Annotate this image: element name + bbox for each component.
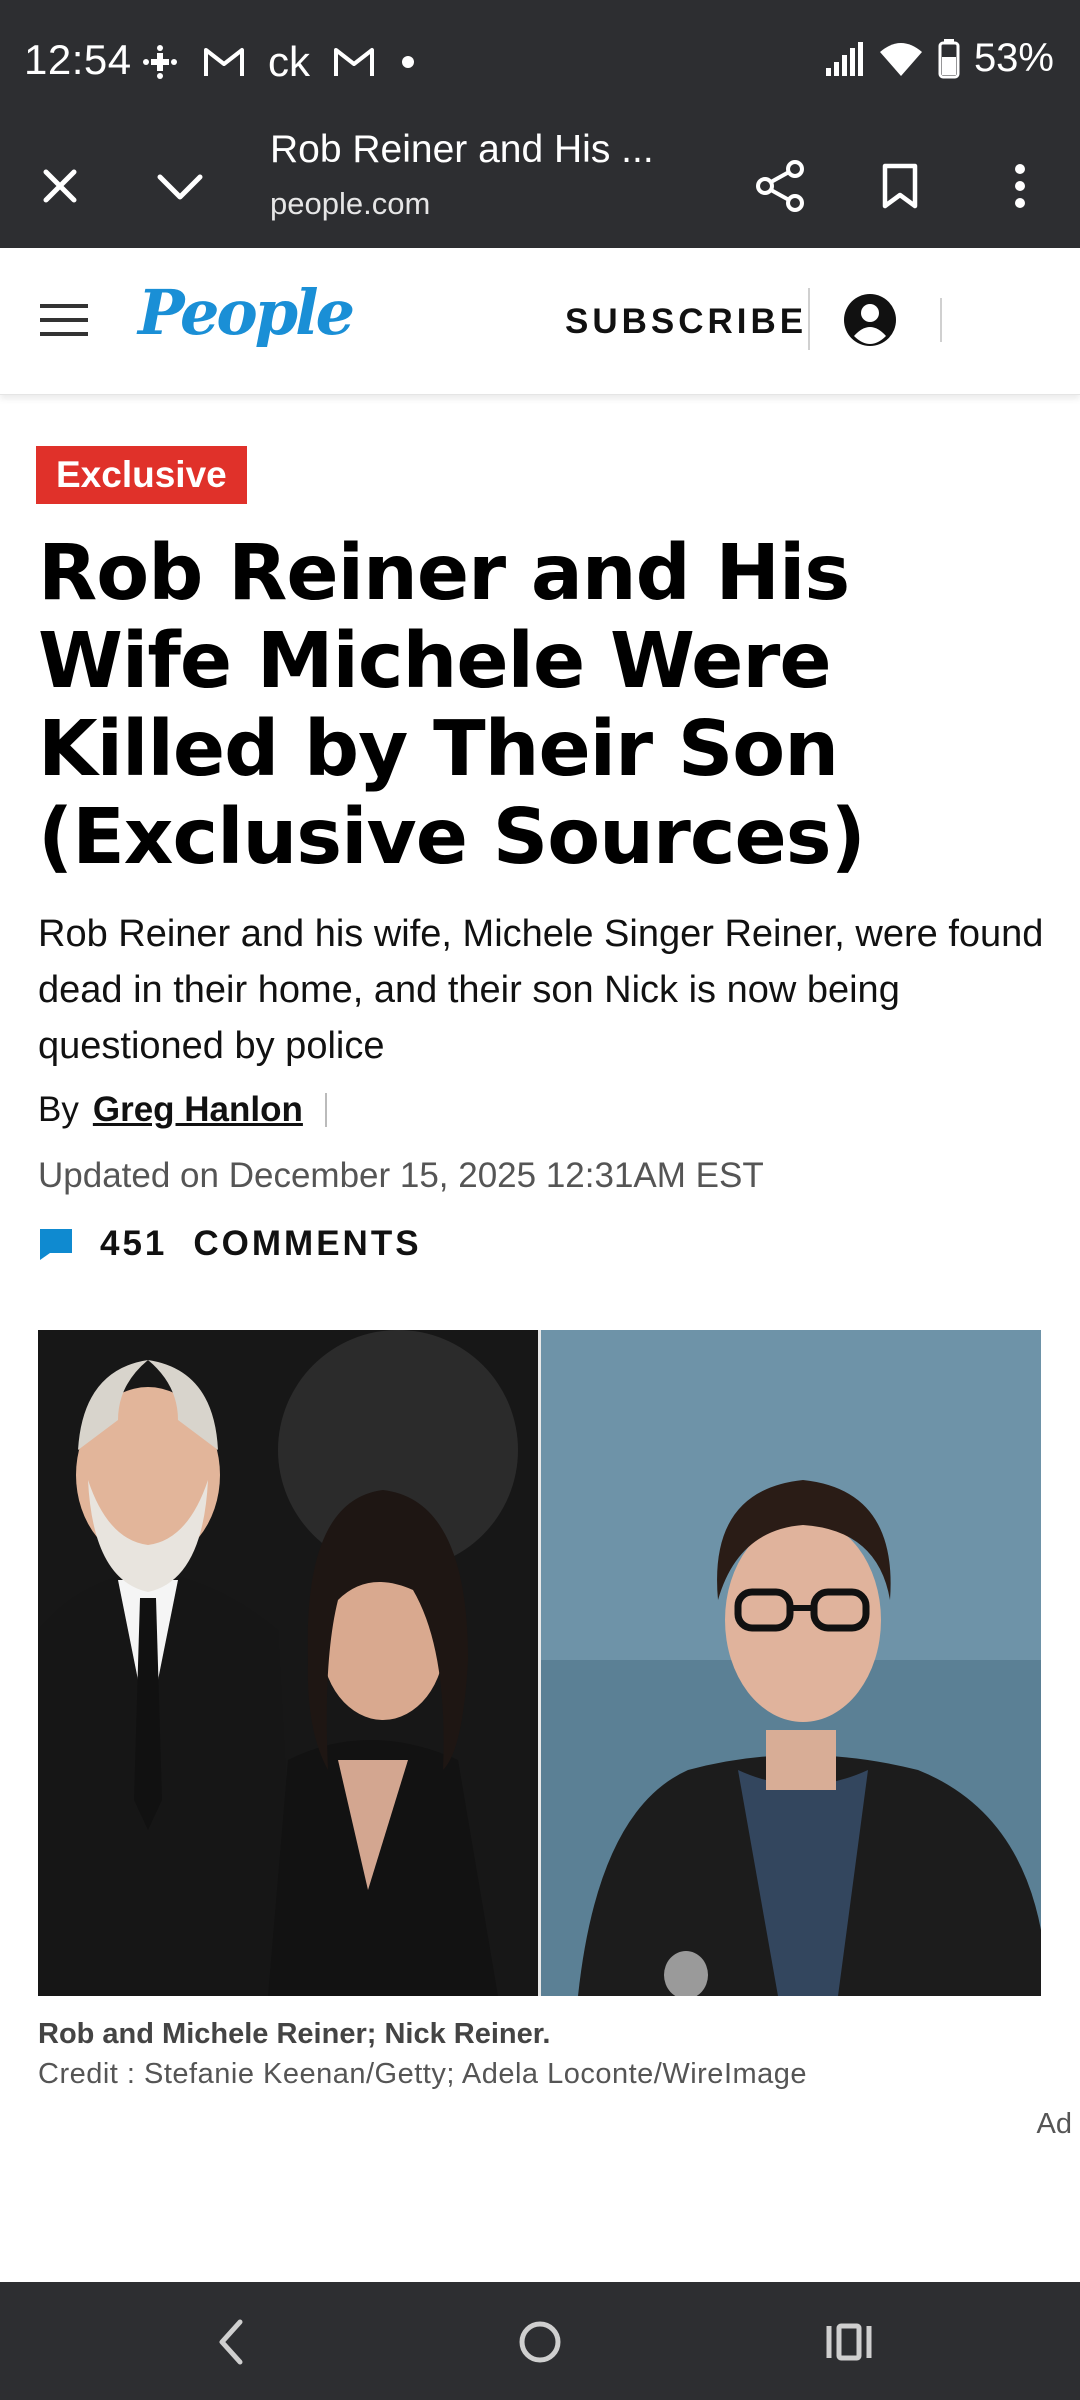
gmail-icon <box>204 48 244 76</box>
article-dek: Rob Reiner and his wife, Michele Singer … <box>38 913 1044 1067</box>
article-photo-image <box>38 1330 1041 1996</box>
more-vert-icon <box>1015 164 1025 208</box>
signal-icon <box>825 41 863 76</box>
bookmark-button[interactable] <box>868 154 932 218</box>
comments-label: COMMENTS <box>193 1224 422 1263</box>
dot-icon <box>402 56 414 68</box>
header-divider <box>808 288 810 350</box>
recents-button[interactable] <box>814 2310 884 2374</box>
battery-icon <box>938 38 960 78</box>
close-tab-button[interactable] <box>28 154 92 218</box>
article-photo[interactable] <box>38 1330 1041 1996</box>
ck-icon: ck <box>268 38 310 85</box>
close-icon <box>43 169 77 203</box>
status-time: 12:54 <box>24 36 132 83</box>
status-right: 53% <box>824 36 1054 81</box>
comment-icon <box>40 1229 72 1260</box>
bookmark-icon <box>882 163 918 209</box>
tab-url[interactable]: people.com <box>270 186 430 222</box>
account-button[interactable] <box>842 292 898 348</box>
wifi-icon <box>879 42 922 76</box>
byline: By Greg Hanlon <box>38 1090 327 1130</box>
people-logo[interactable]: People <box>138 276 355 349</box>
subscribe-button[interactable]: SUBSCRIBE <box>565 302 807 342</box>
back-button[interactable] <box>196 2310 266 2374</box>
menu-button[interactable] <box>40 298 102 342</box>
home-button[interactable] <box>505 2310 575 2374</box>
comments-count: 451 <box>100 1224 168 1263</box>
byline-divider <box>324 1093 327 1127</box>
updated-date: Updated on December 15, 2025 12:31AM EST <box>38 1156 764 1195</box>
by-label: By <box>38 1090 79 1129</box>
navigation-bar <box>0 2282 1080 2400</box>
share-button[interactable] <box>748 154 812 218</box>
article-headline: Rob Reiner and His Wife Michele Were Kil… <box>38 529 866 882</box>
comments-link[interactable]: 451 COMMENTS <box>38 1224 422 1264</box>
chevron-down-icon <box>157 174 203 200</box>
header-divider <box>940 298 942 342</box>
battery-percent: 53% <box>973 36 1054 80</box>
home-icon <box>519 2321 561 2363</box>
tab-title[interactable]: Rob Reiner and His ... <box>270 128 654 172</box>
ad-label: Ad <box>1036 2108 1072 2140</box>
gmail-icon <box>334 48 374 76</box>
exclusive-badge[interactable]: Exclusive <box>36 446 247 504</box>
minimize-tab-button[interactable] <box>148 154 212 218</box>
account-icon <box>844 294 896 346</box>
more-options-button[interactable] <box>988 154 1052 218</box>
notification-icons: ck <box>140 38 418 86</box>
status-bar: 12:54 ck 53% <box>0 0 1080 124</box>
share-icon <box>756 160 804 212</box>
hamburger-menu-icon <box>40 304 88 336</box>
slack-icon <box>143 45 177 79</box>
recents-icon <box>826 2323 872 2361</box>
back-icon <box>219 2319 243 2365</box>
author-link[interactable]: Greg Hanlon <box>93 1090 303 1130</box>
photo-credit: Credit : Stefanie Keenan/Getty; Adela Lo… <box>38 2058 808 2090</box>
photo-caption: Rob and Michele Reiner; Nick Reiner. <box>38 2018 551 2050</box>
